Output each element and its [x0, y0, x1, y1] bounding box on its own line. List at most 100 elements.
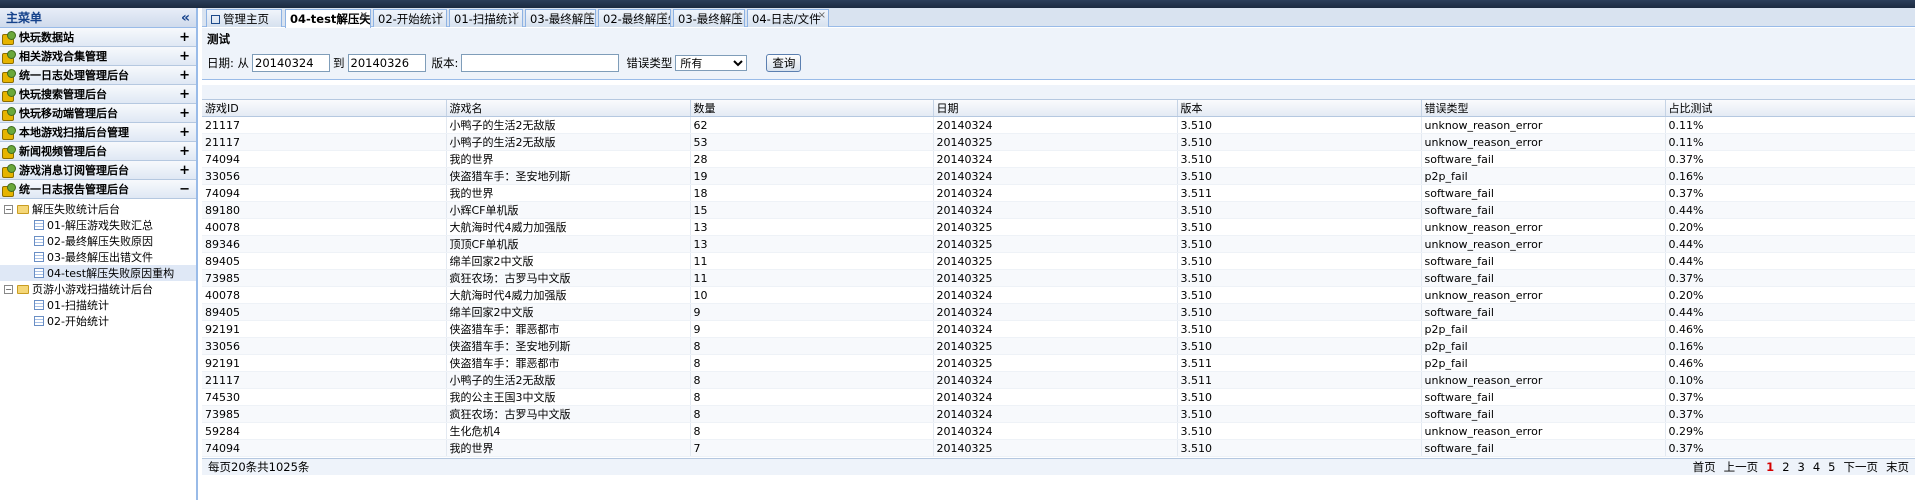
tab-item[interactable]: 01-扫描统计 ×	[449, 9, 523, 27]
table-row[interactable]: 92191 侠盗猎车手：罪恶都市 9 20140324 3.510 p2p_fail 0.4…	[202, 320, 1915, 338]
tree-folder-node[interactable]: − 页游小游戏扫描统计后台	[0, 281, 196, 297]
sidebar-menu-item[interactable]: 统一日志报告管理后台 −	[0, 180, 196, 199]
tab-home[interactable]: 管理主页	[206, 9, 282, 27]
table-row[interactable]: 73985 疯狂农场：古罗马中文版 11 20140325 3.510 software_…	[202, 269, 1915, 287]
table-cell: 8	[690, 337, 934, 355]
expand-icon[interactable]: +	[179, 144, 190, 159]
collapse-sidebar-icon[interactable]: «	[181, 10, 190, 26]
tree-leaf-node[interactable]: 03-最终解压出错文件	[0, 249, 196, 265]
table-row[interactable]: 21117 小鸭子的生活2无敌版 53 20140325 3.510 unknow_rea…	[202, 133, 1915, 151]
expand-icon[interactable]: +	[179, 163, 190, 178]
table-row[interactable]: 40078 大航海时代4威力加强版 13 20140325 3.510 unknow_re…	[202, 218, 1915, 236]
table-cell: 21117	[202, 133, 447, 151]
table-cell: 3.510	[1177, 439, 1422, 457]
table-row[interactable]: 73985 疯狂农场：古罗马中文版 8 20140324 3.510 software_f…	[202, 405, 1915, 423]
page-number-link[interactable]: 4	[1813, 460, 1820, 474]
sidebar-menu-item[interactable]: 新闻视频管理后台 +	[0, 142, 196, 161]
table-cell: 3.510	[1177, 422, 1422, 440]
tab-item[interactable]: 02-最终解压失败原因×	[598, 9, 671, 27]
collapse-icon[interactable]: −	[179, 182, 190, 197]
last-page-link[interactable]: 末页	[1886, 459, 1909, 475]
tab-item[interactable]: 03-最终解压出错文件×	[673, 9, 745, 27]
close-icon[interactable]: ×	[818, 10, 826, 21]
expand-icon[interactable]: +	[179, 68, 190, 83]
close-icon[interactable]: ×	[436, 10, 444, 21]
column-header[interactable]: 数量	[690, 100, 934, 117]
table-cell: 20140325	[933, 439, 1178, 457]
close-icon[interactable]: ×	[660, 10, 668, 21]
version-input[interactable]	[461, 53, 620, 72]
tab-item[interactable]: 04-test解压失败原因重构×	[285, 9, 371, 28]
first-page-link[interactable]: 首页	[1693, 459, 1716, 475]
date-to-input[interactable]	[347, 53, 426, 72]
expand-icon[interactable]: +	[179, 87, 190, 102]
query-button[interactable]: 查询	[766, 53, 802, 72]
date-label: 日期: 从	[207, 55, 250, 70]
column-header[interactable]: 游戏ID	[202, 100, 447, 117]
sidebar-menu-item-left: 快玩搜索管理后台	[2, 86, 107, 102]
table-row[interactable]: 21117 小鸭子的生活2无敌版 62 20140324 3.510 unknow_rea…	[202, 116, 1915, 134]
expand-icon[interactable]: +	[179, 125, 190, 140]
table-row[interactable]: 74094 我的世界 28 20140324 3.510 software_fail 0.3…	[202, 150, 1915, 168]
table-row[interactable]: 89346 顶顶CF单机版 13 20140325 3.510 unknow_reason…	[202, 235, 1915, 253]
table-row[interactable]: 74094 我的世界 7 20140325 3.510 software_fail 0.37…	[202, 439, 1915, 457]
expand-icon[interactable]: +	[179, 106, 190, 121]
expand-icon[interactable]: +	[179, 49, 190, 64]
close-icon[interactable]: ×	[512, 10, 520, 21]
panel-title: 测试	[202, 28, 1915, 46]
sidebar-menu-item[interactable]: 统一日志处理管理后台 +	[0, 66, 196, 85]
column-header[interactable]: 游戏名	[446, 100, 691, 117]
tree-folder-node[interactable]: − 解压失败统计后台	[0, 201, 196, 217]
tree-leaf-node[interactable]: 04-test解压失败原因重构	[0, 265, 196, 281]
sidebar-menu-item[interactable]: 快玩数据站 +	[0, 28, 196, 47]
table-row[interactable]: 33056 侠盗猎车手：圣安地列斯 19 20140324 3.510 p2p_fail 0…	[202, 167, 1915, 185]
close-icon[interactable]: ×	[585, 10, 593, 21]
column-header[interactable]: 日期	[933, 100, 1178, 117]
table-row[interactable]: 33056 侠盗猎车手：圣安地列斯 8 20140325 3.510 p2p_fail 0.…	[202, 337, 1915, 355]
tree-toggle-icon[interactable]: −	[4, 204, 13, 214]
page-number-link[interactable]: 5	[1828, 460, 1835, 474]
tree-leaf-node[interactable]: 01-解压游戏失败汇总	[0, 217, 196, 233]
table-cell: 59284	[202, 422, 447, 440]
tree-leaf-node[interactable]: 01-扫描统计	[0, 297, 196, 313]
table-row[interactable]: 59284 生化危机4 8 20140324 3.510 unknow_reason_er…	[202, 422, 1915, 440]
pagination-bar: 每页20条共1025条 首页 上一页 1 2 3 4 5 下一页 末页	[202, 458, 1915, 475]
prev-page-link[interactable]: 上一页	[1724, 459, 1759, 475]
column-header[interactable]: 错误类型	[1421, 100, 1666, 117]
page-number-link[interactable]: 1	[1766, 460, 1774, 474]
table-row[interactable]: 89180 小辉CF单机版 15 20140324 3.510 software_fail…	[202, 201, 1915, 219]
table-row[interactable]: 89405 绵羊回家2中文版 9 20140324 3.510 software_fail…	[202, 303, 1915, 321]
sidebar-menu-item[interactable]: 快玩搜索管理后台 +	[0, 85, 196, 104]
date-from-input[interactable]	[252, 53, 331, 72]
table-row[interactable]: 21117 小鸭子的生活2无敌版 8 20140324 3.511 unknow_reas…	[202, 371, 1915, 389]
tab-item[interactable]: 02-开始统计 ×	[373, 9, 447, 27]
sidebar-menu-item[interactable]: 本地游戏扫描后台管理 +	[0, 123, 196, 142]
table-cell: 3.510	[1177, 167, 1422, 185]
sidebar-title: 主菜单 «	[0, 8, 196, 28]
sidebar-menu-item[interactable]: 相关游戏合集管理 +	[0, 47, 196, 66]
page-number-link[interactable]: 2	[1782, 460, 1789, 474]
tree-leaf-node[interactable]: 02-最终解压失败原因	[0, 233, 196, 249]
pagination-controls: 首页 上一页 1 2 3 4 5 下一页 末页	[1693, 459, 1909, 475]
tab-item[interactable]: 04-日志/文件 ×	[747, 9, 829, 27]
close-icon[interactable]: ×	[360, 10, 368, 21]
table-row[interactable]: 89405 绵羊回家2中文版 11 20140325 3.510 software_fai…	[202, 252, 1915, 270]
column-header[interactable]: 占比测试	[1665, 100, 1915, 117]
error-type-select[interactable]: 所有	[675, 54, 748, 71]
table-row[interactable]: 92191 侠盗猎车手：罪恶都市 8 20140325 3.511 p2p_fail 0.4…	[202, 354, 1915, 372]
tab-item[interactable]: 03-最终解压出错文件×	[525, 9, 596, 27]
tree-leaf-node[interactable]: 02-开始统计	[0, 313, 196, 329]
page-number-link[interactable]: 3	[1798, 460, 1805, 474]
table-cell: 20140324	[933, 201, 1178, 219]
expand-icon[interactable]: +	[179, 30, 190, 45]
table-row[interactable]: 40078 大航海时代4威力加强版 10 20140324 3.510 unknow_re…	[202, 286, 1915, 304]
sidebar-menu-item[interactable]: 游戏消息订阅管理后台 +	[0, 161, 196, 180]
tree-toggle-icon[interactable]: −	[4, 284, 13, 294]
column-header[interactable]: 版本	[1177, 100, 1422, 117]
next-page-link[interactable]: 下一页	[1844, 459, 1879, 475]
table-cell: 8	[690, 371, 934, 389]
sidebar-menu-item[interactable]: 快玩移动端管理后台 +	[0, 104, 196, 123]
close-icon[interactable]: ×	[734, 10, 742, 21]
table-row[interactable]: 74094 我的世界 18 20140324 3.511 software_fail 0.3…	[202, 184, 1915, 202]
table-row[interactable]: 74530 我的公主王国3中文版 8 20140324 3.510 software_fa…	[202, 388, 1915, 406]
